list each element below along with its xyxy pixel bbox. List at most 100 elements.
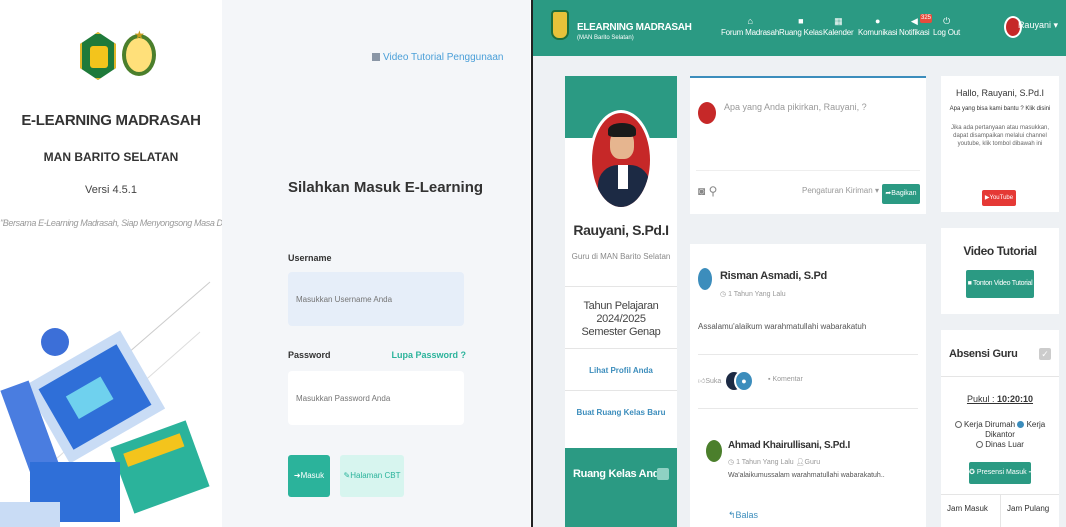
user-menu[interactable]: Rauyani ▾	[1018, 20, 1058, 31]
check-in-button[interactable]: ✪ Presensi Masuk ➔	[969, 462, 1034, 484]
app-name[interactable]: ELEARNING MADRASAH	[577, 22, 692, 33]
privacy-label: Pengaturan Kiriman	[802, 186, 873, 195]
login-icon: ➜	[293, 471, 301, 480]
nav-komunikasi-label: Komunikasi	[858, 28, 898, 37]
comment-body: Wa'alaikumussalam warahmatullahi wabarak…	[728, 472, 885, 479]
arrow-circle-icon: ➔	[1026, 469, 1035, 476]
work-mode-options: Kerja Dirumah Kerja Dikantor Dinas Luar	[945, 420, 1055, 450]
classes-title: Ruang Kelas Anda	[573, 468, 665, 480]
divider	[565, 348, 677, 349]
classes-card: Ruang Kelas Anda	[565, 448, 677, 527]
view-profile-link[interactable]: Lihat Profil Anda	[565, 366, 677, 375]
commenter-role: Guru	[804, 459, 821, 466]
youtube-label: YouTube	[989, 195, 1014, 201]
like-button[interactable]: 👍︎Suka	[698, 376, 721, 385]
greeting: Hallo, Rauyani, S.Pd.I	[955, 88, 1045, 98]
share-label: Bagikan	[891, 190, 917, 197]
divider	[1000, 494, 1001, 527]
nav-komunikasi[interactable]: ● Komunikasi	[858, 16, 898, 37]
top-navbar: ELEARNING MADRASAH (MAN Barito Selatan) …	[533, 0, 1066, 56]
radio-work-home[interactable]	[954, 421, 962, 429]
academic-year-line: Tahun Pelajaran 2024/2025	[583, 300, 659, 325]
help-description: Jika ada pertanyaan atau masukkan, dapat…	[950, 125, 1050, 147]
academic-year: Tahun Pelajaran 2024/2025 Semester Genap	[565, 300, 677, 339]
privacy-select[interactable]: Pengaturan Kiriman ▾	[802, 186, 879, 195]
post-author[interactable]: Risman Asmadi, S.Pd	[720, 270, 827, 282]
nav-kalender[interactable]: ▦ Kalender	[823, 16, 854, 37]
profile-card: Rauyani, S.Pd.I Guru di MAN Barito Selat…	[565, 76, 677, 450]
chevron-down-icon: ▾	[1050, 20, 1058, 30]
check-in-label: Presensi Masuk	[976, 469, 1027, 476]
reply-icon: ↰	[728, 510, 736, 520]
youtube-button[interactable]: ▶YouTube	[982, 190, 1016, 206]
paperclip-icon[interactable]: ⚲	[709, 184, 718, 198]
comment-time: 1 Tahun Yang Lalu	[736, 459, 794, 466]
clock-time: 10:20:10	[996, 394, 1034, 404]
dashboard: ELEARNING MADRASAH (MAN Barito Selatan) …	[533, 0, 1066, 527]
nav-ruang-kelas[interactable]: ■ Ruang Kelas	[779, 16, 823, 37]
post-body: Assalamu'alaikum warahmatullahi wabaraka…	[698, 322, 867, 331]
commenter-name[interactable]: Ahmad Khairullisani, S.Pd.I	[728, 440, 850, 451]
feed-post: Risman Asmadi, S.Pd ◷ 1 Tahun Yang Lalu …	[690, 244, 926, 527]
logo-group: ★	[80, 26, 160, 84]
username-label: Username	[288, 253, 332, 263]
column-check-out: Jam Pulang	[1007, 504, 1050, 513]
post-composer: Apa yang Anda pikirkan, Rauyani, ? ◙ ⚲ P…	[690, 76, 926, 214]
username-input[interactable]	[288, 272, 464, 326]
comment-meta: ◷ 1 Tahun Yang Lalu 👤︎Guru	[728, 458, 820, 466]
reply-label: Balas	[735, 510, 759, 520]
camera-icon[interactable]: ◙	[698, 184, 705, 198]
chevron-down-icon: ▾	[872, 186, 879, 195]
motto-text: "Bersama E-Learning Madrasah, Siap Menyo…	[0, 218, 282, 228]
post-input[interactable]: Apa yang Anda pikirkan, Rauyani, ?	[724, 102, 867, 112]
nav-notifikasi-label: Notifikasi	[899, 28, 930, 37]
password-input[interactable]	[288, 371, 464, 425]
like-label: Suka	[705, 378, 722, 385]
kemenag-logo	[80, 32, 116, 80]
profile-role: Guru di MAN Barito Selatan	[571, 252, 671, 261]
login-button[interactable]: ➜Masuk	[288, 455, 330, 497]
nav-kalender-label: Kalender	[823, 28, 854, 37]
create-class-link[interactable]: Buat Ruang Kelas Baru	[565, 408, 677, 417]
cbt-button[interactable]: ✎Halaman CBT	[340, 455, 404, 497]
nav-forum[interactable]: ⌂ Forum Madrasah	[721, 16, 779, 37]
nav-forum-label: Forum Madrasah	[721, 28, 780, 37]
user-icon: 👤︎	[793, 459, 805, 466]
check-icon: ✓	[1039, 348, 1051, 360]
nav-logout[interactable]: ⏻ Log Out	[933, 16, 960, 37]
fingerprint-icon: ✪	[969, 469, 977, 476]
watch-tutorial-button[interactable]: ■ Tonton Video Tutorial	[966, 270, 1034, 298]
option-work-home: Kerja Dirumah	[963, 420, 1016, 429]
option-official-duty: Dinas Luar	[985, 440, 1024, 449]
divider	[565, 390, 677, 391]
form-title: Silahkan Masuk E-Learning	[288, 179, 484, 196]
comment-button[interactable]: ▪ Komentar	[768, 376, 803, 383]
chat-icon: ●	[875, 16, 881, 26]
notification-badge: 325	[920, 14, 932, 23]
video-tutorial-title: Video Tutorial	[963, 244, 1037, 258]
watch-tutorial-label: Tonton Video Tutorial	[973, 280, 1033, 287]
profile-photo	[589, 110, 653, 210]
login-branding: ★ E-LEARNING MADRASAH MAN BARITO SELATAN…	[0, 0, 282, 527]
cbt-button-label: Halaman CBT	[350, 471, 401, 480]
login-form-panel: Video Tutorial Penggunaan Silahkan Masuk…	[222, 0, 530, 527]
divider	[698, 408, 918, 409]
collapse-icon[interactable]	[657, 468, 669, 480]
video-tutorial-link[interactable]: Video Tutorial Penggunaan	[372, 52, 503, 63]
reply-button[interactable]: ↰Balas	[728, 510, 758, 521]
radio-official-duty[interactable]	[976, 441, 984, 449]
help-question[interactable]: Apa yang bisa kami bantu ? Klik disini	[941, 106, 1059, 112]
clock-icon: ◷	[728, 459, 737, 466]
avatar: ●	[734, 370, 754, 392]
attendance-title: Absensi Guru	[949, 348, 1018, 360]
comment-item: Ahmad Khairullisani, S.Pd.I ◷ 1 Tahun Ya…	[706, 430, 916, 527]
share-button[interactable]: ➦Bagikan	[882, 184, 920, 204]
composer-avatar	[698, 102, 716, 124]
madrasah-logo: ★	[120, 28, 158, 82]
forgot-password-link[interactable]: Lupa Password ?	[391, 350, 466, 360]
radio-work-office[interactable]	[1017, 421, 1025, 429]
divider	[698, 354, 918, 355]
divider	[565, 286, 677, 287]
liker-avatars: ●	[724, 370, 764, 394]
power-icon: ⏻	[943, 16, 950, 26]
